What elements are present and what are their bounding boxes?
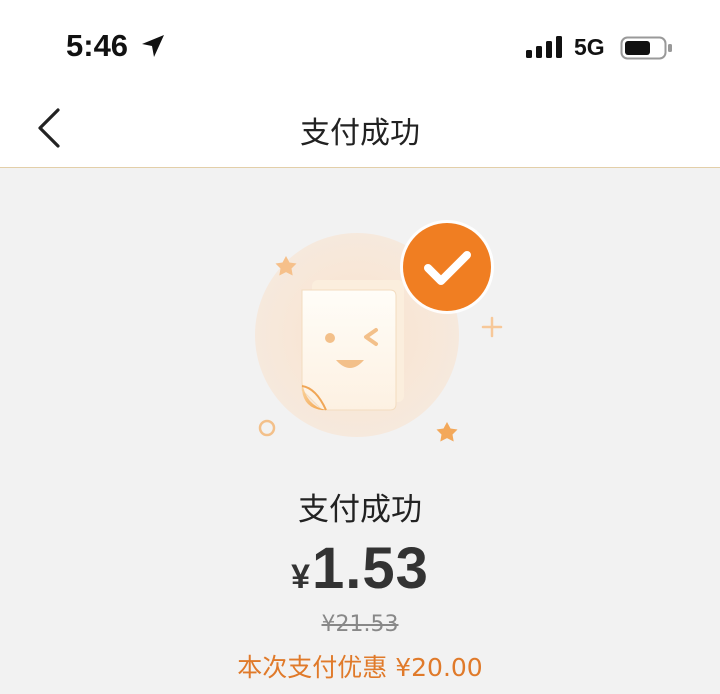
battery-icon (620, 36, 672, 60)
status-bar: 5:46 5G (0, 0, 720, 88)
discount-note: 本次支付优惠 ¥20.00 (237, 653, 483, 682)
page-title: 支付成功 (300, 116, 420, 151)
amount-value: 1.53 (312, 536, 429, 601)
location-arrow-icon (142, 35, 164, 57)
nav-bar: 支付成功 (0, 88, 720, 168)
paid-amount: ¥1.53 (0, 535, 720, 602)
success-badge (400, 220, 494, 314)
status-time: 5:46 (66, 28, 129, 63)
payment-success-illustration (255, 220, 503, 442)
currency-symbol: ¥ (291, 558, 311, 596)
original-price: ¥21.53 (321, 612, 399, 637)
signal-bars-icon (526, 36, 562, 58)
payment-status-title: 支付成功 (298, 492, 422, 528)
network-type-label: 5G (574, 34, 605, 60)
